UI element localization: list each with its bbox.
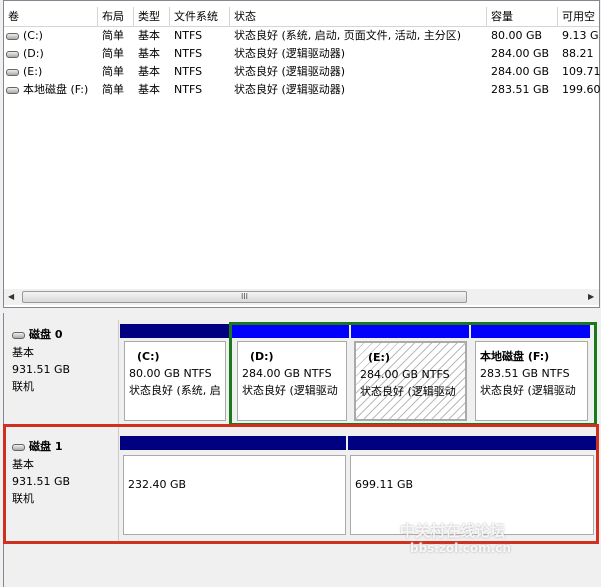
drive-icon [6, 50, 19, 58]
cell: 199.60 [558, 81, 601, 99]
cell-text: 基本 [138, 29, 160, 42]
cell-text: (C:) [23, 29, 43, 42]
cell-text: 基本 [138, 83, 160, 96]
cell-text: 109.71 [562, 65, 601, 78]
scroll-thumb[interactable]: III [22, 291, 467, 303]
cell-text: 简单 [102, 47, 124, 60]
cell: 9.13 G [558, 27, 601, 45]
col-capacity[interactable]: 容量 [487, 7, 558, 27]
cell: NTFS [170, 63, 230, 81]
partition-label: (C:) [137, 350, 160, 363]
disk-size: 931.51 GB [12, 363, 71, 376]
watermark-line2: bbs.zol.com.cn [410, 541, 511, 555]
table-row[interactable]: (D:) 简单 基本 NTFS 状态良好 (逻辑驱动器) 284.00 GB 88.21 [4, 45, 599, 63]
cell-text: 基本 [138, 47, 160, 60]
cell-text: 状态良好 (逻辑驱动器) [234, 83, 346, 96]
cell: 状态良好 (逻辑驱动器) [230, 63, 487, 81]
cell: 简单 [98, 63, 134, 81]
cell-text: NTFS [174, 47, 203, 60]
cell: 284.00 GB [487, 45, 558, 63]
col-layout[interactable]: 布局 [98, 7, 134, 27]
watermark: 中关村在线论坛 bbs.zol.com.cn [400, 520, 511, 555]
drive-icon [6, 68, 19, 76]
disk-name: 磁盘 0 [29, 328, 63, 341]
cell-text: 283.51 GB [491, 83, 550, 96]
cell: (C:) [4, 27, 98, 45]
disk-icon [12, 331, 25, 339]
cell: (E:) [4, 63, 98, 81]
cell-text: 9.13 G [562, 29, 599, 42]
disk-type: 基本 [12, 346, 34, 359]
divider [118, 320, 119, 424]
col-free[interactable]: 可用空 [558, 7, 601, 27]
cell-text: NTFS [174, 29, 203, 42]
disk-0-info[interactable]: 磁盘 0 基本 931.51 GB 联机 [4, 320, 118, 424]
cell: 状态良好 (逻辑驱动器) [230, 45, 487, 63]
cell: 基本 [134, 27, 170, 45]
cell: 简单 [98, 81, 134, 99]
drive-icon [6, 86, 19, 94]
cell-text: 基本 [138, 65, 160, 78]
watermark-line1: 中关村在线论坛 [400, 522, 506, 540]
horizontal-scrollbar[interactable]: ◀ III ▶ [4, 289, 599, 305]
partition-bar [120, 324, 229, 338]
cell-text: 状态良好 (逻辑驱动器) [234, 47, 346, 60]
column-headers: 卷 布局 类型 文件系统 状态 容量 可用空 [4, 7, 599, 27]
cell-text: 简单 [102, 83, 124, 96]
volume-list: 卷 布局 类型 文件系统 状态 容量 可用空 (C:) 简单 基本 NTFS 状态良好 … [3, 0, 601, 308]
cell-text: 简单 [102, 29, 124, 42]
scroll-right-icon[interactable]: ▶ [588, 292, 594, 301]
cell-text: 简单 [102, 65, 124, 78]
cell: NTFS [170, 81, 230, 99]
cell: 基本 [134, 45, 170, 63]
cell: 简单 [98, 45, 134, 63]
partition-status: 状态良好 (系统, 启 [129, 384, 221, 397]
cell-text: 状态良好 (系统, 启动, 页面文件, 活动, 主分区) [234, 29, 462, 42]
cell: 283.51 GB [487, 81, 558, 99]
scroll-left-icon[interactable]: ◀ [8, 292, 14, 301]
highlight-green-box [229, 322, 597, 426]
cell: (D:) [4, 45, 98, 63]
cell: 状态良好 (逻辑驱动器) [230, 81, 487, 99]
cell-text: (D:) [23, 47, 44, 60]
drive-icon [6, 32, 19, 40]
cell: 本地磁盘 (F:) [4, 81, 98, 99]
partition-c[interactable]: (C:) 80.00 GB NTFS 状态良好 (系统, 启 [124, 341, 226, 421]
cell-text: 本地磁盘 (F:) [23, 83, 89, 96]
cell: 基本 [134, 81, 170, 99]
col-volume[interactable]: 卷 [4, 7, 98, 27]
cell-text: (E:) [23, 65, 43, 78]
table-row[interactable]: 本地磁盘 (F:) 简单 基本 NTFS 状态良好 (逻辑驱动器) 283.51 GB 19… [4, 81, 601, 99]
cell-text: 199.60 [562, 83, 601, 96]
col-filesystem[interactable]: 文件系统 [170, 7, 230, 27]
cell: 80.00 GB [487, 27, 558, 45]
cell: 284.00 GB [487, 63, 558, 81]
cell-text: 284.00 GB [491, 47, 550, 60]
cell: 基本 [134, 63, 170, 81]
table-row[interactable]: (C:) 简单 基本 NTFS 状态良好 (系统, 启动, 页面文件, 活动, 主分区)… [4, 27, 599, 45]
disk-status: 联机 [12, 380, 34, 393]
cell: 简单 [98, 27, 134, 45]
thumb-grip: III [240, 292, 249, 301]
col-status[interactable]: 状态 [230, 7, 487, 27]
cell: NTFS [170, 27, 230, 45]
cell: 109.71 [558, 63, 601, 81]
cell-text: 状态良好 (逻辑驱动器) [234, 65, 346, 78]
cell: 88.21 [558, 45, 601, 63]
partition-size: 80.00 GB NTFS [129, 367, 212, 380]
col-type[interactable]: 类型 [134, 7, 170, 27]
cell-text: 284.00 GB [491, 65, 550, 78]
cell: NTFS [170, 45, 230, 63]
cell-text: 88.21 [562, 47, 594, 60]
cell-text: NTFS [174, 65, 203, 78]
cell: 状态良好 (系统, 启动, 页面文件, 活动, 主分区) [230, 27, 487, 45]
table-row[interactable]: (E:) 简单 基本 NTFS 状态良好 (逻辑驱动器) 284.00 GB 109.71 [4, 63, 601, 81]
cell-text: 80.00 GB [491, 29, 543, 42]
cell-text: NTFS [174, 83, 203, 96]
